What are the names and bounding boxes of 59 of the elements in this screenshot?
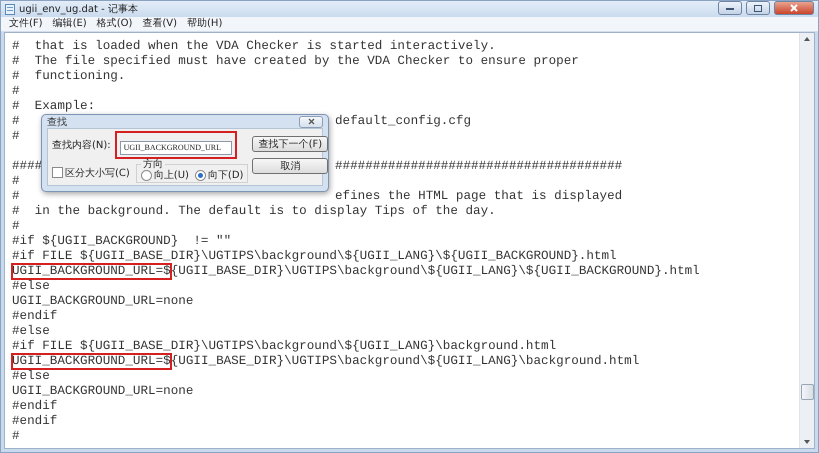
close-button[interactable] bbox=[774, 1, 814, 15]
code-line: #if FILE ${UGII_BASE_DIR}\UGTIPS\background\${UGII_LANG}\background.html bbox=[12, 339, 556, 354]
minimize-button[interactable] bbox=[718, 1, 742, 15]
code-line: # bbox=[12, 189, 20, 203]
code-line: # bbox=[12, 174, 20, 189]
menu-item[interactable]: 查看(V) bbox=[138, 17, 182, 31]
code-line: #else bbox=[12, 369, 50, 384]
code-line: #if ${UGII_BACKGROUND} != "" bbox=[12, 234, 232, 249]
code-line: # bbox=[12, 129, 20, 144]
scroll-down-icon[interactable] bbox=[804, 440, 810, 444]
close-icon bbox=[790, 4, 798, 12]
code-line: # in the background. The default is to display Tips of the day. bbox=[12, 204, 496, 219]
code-line: {UGII_BASE_DIR}\UGTIPS\background\${UGII_LANG}\background.html bbox=[170, 354, 640, 369]
close-icon bbox=[308, 118, 314, 125]
code-line: #endif bbox=[12, 399, 58, 414]
code-line: # functioning. bbox=[12, 69, 126, 84]
notepad-icon bbox=[5, 4, 15, 14]
dialog-title: 查找 bbox=[47, 116, 67, 128]
code-line: # Example: bbox=[12, 99, 96, 114]
code-line: #endif bbox=[12, 309, 58, 324]
menu-item[interactable]: 帮助(H) bbox=[183, 17, 226, 31]
scrollbar-thumb[interactable] bbox=[800, 384, 814, 400]
code-line: UGII_BACKGROUND_URL=none bbox=[12, 384, 194, 399]
code-line: #else bbox=[12, 324, 50, 339]
scroll-up-icon[interactable] bbox=[804, 37, 810, 41]
code-line: {UGII_BASE_DIR}\UGTIPS\background\${UGII_LANG}\${UGII_BACKGROUND}.html bbox=[170, 264, 700, 279]
direction-radio[interactable]: 向上(U) bbox=[140, 170, 189, 180]
code-line: # bbox=[12, 114, 20, 128]
code-line: ###################################### bbox=[335, 159, 622, 174]
code-line: # that is loaded when the VDA Checker is started interactively. bbox=[12, 39, 496, 54]
code-line: #if FILE ${UGII_BASE_DIR}\UGTIPS\background\${UGII_LANG}\${UGII_BACKGROUND}.html bbox=[12, 249, 617, 264]
code-line: UGII_BACKGROUND_URL=none bbox=[12, 294, 194, 309]
menu-item[interactable]: 格式(O) bbox=[92, 17, 136, 31]
group-label: 方向 bbox=[142, 158, 163, 170]
input-field[interactable]: UGII_BACKGROUND_URL bbox=[120, 140, 232, 154]
code-line: efines the HTML page that is displayed bbox=[335, 189, 622, 204]
match-case-checkbox[interactable]: 区分大小写(C) bbox=[52, 166, 130, 182]
code-line: #### bbox=[12, 159, 42, 173]
find-next-button[interactable]: 查找下一个(F) bbox=[252, 136, 328, 152]
close-button[interactable] bbox=[299, 116, 323, 128]
code-line: #endif bbox=[12, 414, 58, 429]
direction-radio[interactable]: 向下(D) bbox=[194, 170, 244, 180]
code-line: # bbox=[12, 429, 20, 444]
highlighted-text: UGII_BACKGROUND_URL=$ bbox=[12, 354, 171, 369]
menu-item[interactable]: 编辑(E) bbox=[48, 17, 91, 31]
menu-item[interactable]: 文件(F) bbox=[5, 17, 47, 31]
find-label: 查找内容(N): bbox=[52, 138, 111, 152]
window-title: ugii_env_ug.dat - 记事本 bbox=[19, 2, 139, 16]
code-line: #else bbox=[12, 279, 50, 294]
minimize-icon bbox=[726, 6, 734, 10]
code-line: default_config.cfg bbox=[335, 114, 472, 129]
code-line: # bbox=[12, 84, 20, 99]
highlighted-text: UGII_BACKGROUND_URL=$ bbox=[12, 264, 171, 279]
scrollbar[interactable] bbox=[799, 33, 814, 448]
code-line: # bbox=[12, 219, 20, 234]
cancel-button[interactable]: 取消 bbox=[252, 158, 328, 174]
maximize-button[interactable] bbox=[746, 1, 770, 15]
code-line: # The file specified must have created by the VDA Checker to ensure proper bbox=[12, 54, 579, 69]
maximize-icon bbox=[754, 4, 762, 12]
